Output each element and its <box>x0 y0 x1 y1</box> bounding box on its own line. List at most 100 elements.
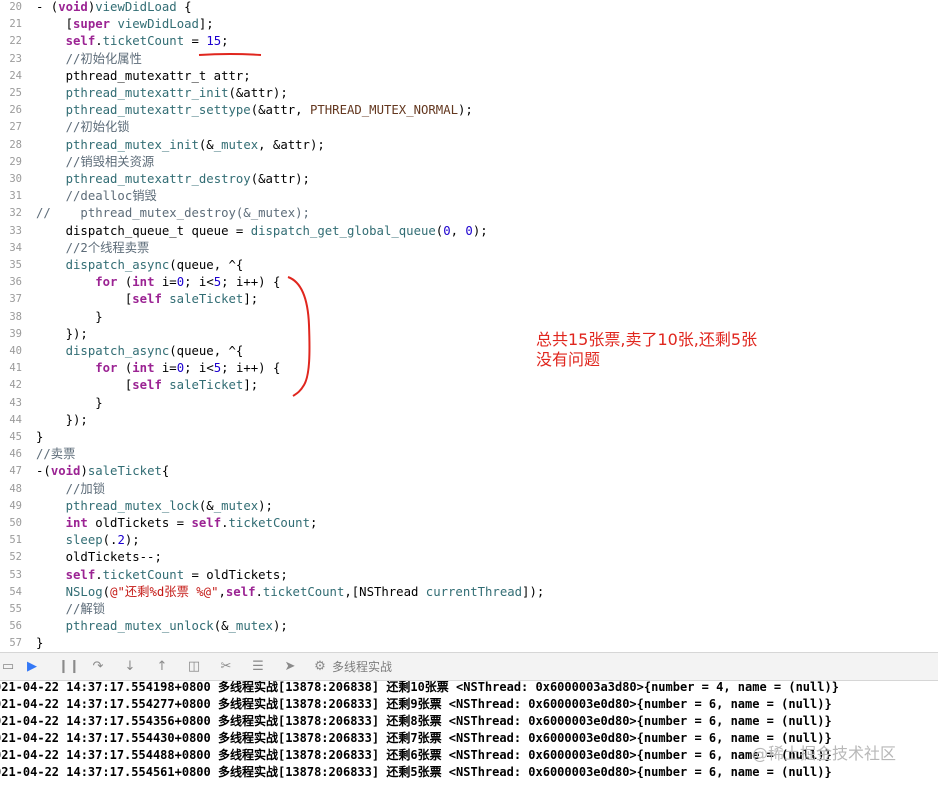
code-text: dispatch_async(queue, ^{ <box>36 257 244 274</box>
code-text: - (void)viewDidLoad { <box>36 0 192 16</box>
log-prefix: 021-04-22 14:37:17.554277+0800 多线程实战[138… <box>0 697 387 711</box>
code-line[interactable]: 28 pthread_mutex_init(&_mutex, &attr); <box>0 137 938 154</box>
code-line[interactable]: 29 //销毁相关资源 <box>0 154 938 171</box>
code-token: ticketCount <box>262 584 345 599</box>
code-line[interactable]: 40 dispatch_async(queue, ^{ <box>0 343 938 360</box>
code-line[interactable]: 31 //dealloc销毁 <box>0 188 938 205</box>
step-out-icon[interactable]: ↑ <box>154 659 170 675</box>
code-line[interactable]: 48 //加锁 <box>0 481 938 498</box>
code-editor[interactable]: 20 - (void)viewDidLoad {21 [super viewDid… <box>0 0 938 652</box>
code-token: (&attr); <box>250 172 310 186</box>
code-token: viewDidLoad <box>95 0 177 14</box>
log-message: 还剩5张票 <box>386 765 442 779</box>
code-text: //初始化锁 <box>36 119 130 136</box>
console-line: 021-04-22 14:37:17.554277+0800 多线程实战[138… <box>0 696 832 713</box>
code-line[interactable]: 43 } <box>0 395 938 412</box>
code-line[interactable]: 30 pthread_mutexattr_destroy(&attr); <box>0 171 938 188</box>
breakpoints-toggle-icon[interactable]: ▭ <box>0 659 16 675</box>
code-token: int <box>65 516 88 530</box>
code-token: . <box>255 584 263 599</box>
log-thread-info: <NSThread: 0x6000003e0d80>{number = 6, n… <box>441 697 832 711</box>
code-line[interactable]: 42 [self saleTicket]; <box>0 377 938 394</box>
code-line[interactable]: 27 //初始化锁 <box>0 119 938 136</box>
code-line[interactable]: 26 pthread_mutexattr_settype(&attr, PTHR… <box>0 102 938 119</box>
code-line[interactable]: 57} <box>0 635 938 652</box>
code-line[interactable]: 36 for (int i=0; i<5; i++) { <box>0 274 938 291</box>
step-over-icon[interactable]: ↷ <box>90 659 106 675</box>
code-token: oldTickets = <box>87 516 192 530</box>
code-line[interactable]: 33 dispatch_queue_t queue = dispatch_get… <box>0 223 938 240</box>
code-line[interactable]: 47 -(void)saleTicket{ <box>0 463 938 480</box>
code-token: self <box>132 292 162 307</box>
code-text: }); <box>36 412 88 429</box>
code-token: 0 <box>176 361 185 376</box>
code-line[interactable]: 32 // pthread_mutex_destroy(&_mutex); <box>0 205 938 222</box>
code-token: , <box>218 584 226 599</box>
memory-graph-icon[interactable]: ✂ <box>218 659 234 675</box>
breakpoint-active-icon[interactable]: ▶ <box>24 659 40 675</box>
code-line[interactable]: 20 - (void)viewDidLoad { <box>0 0 938 16</box>
pause-icon[interactable]: ❙❙ <box>58 659 80 675</box>
line-number: 50 <box>9 517 22 529</box>
code-line[interactable]: 38 } <box>0 309 938 326</box>
code-text: pthread_mutex_lock(&_mutex); <box>36 498 273 515</box>
line-number: 25 <box>9 87 22 99</box>
view-hierarchy-icon[interactable]: ◫ <box>186 659 202 675</box>
code-text: //销毁相关资源 <box>36 154 155 171</box>
code-line[interactable]: 54 NSLog(@"还剩%d张票 %@",self.ticketCount,[… <box>0 584 938 601</box>
code-line[interactable]: 24 pthread_mutexattr_t attr; <box>0 68 938 85</box>
step-into-icon[interactable]: ↓ <box>122 659 138 675</box>
code-text: dispatch_queue_t queue = dispatch_get_gl… <box>36 223 488 240</box>
log-prefix: 021-04-22 14:37:17.554561+0800 多线程实战[138… <box>0 765 387 779</box>
code-token: dispatch_get_global_queue <box>250 223 436 238</box>
console-output[interactable]: 021-04-22 14:37:17.554198+0800 多线程实战[138… <box>0 681 938 791</box>
code-line[interactable]: 21 [super viewDidLoad]; <box>0 16 938 33</box>
line-number: 36 <box>9 276 22 289</box>
line-number: 31 <box>9 190 22 203</box>
code-token: _mutex <box>228 619 273 634</box>
line-number: 20 <box>9 1 22 13</box>
code-line[interactable]: 22 self.ticketCount = 15; <box>0 33 938 50</box>
code-token: } <box>36 309 103 324</box>
code-token: ( <box>102 584 111 599</box>
console-line: 021-04-22 14:37:17.554488+0800 多线程实战[138… <box>0 747 832 764</box>
code-line[interactable]: 56 pthread_mutex_unlock(&_mutex); <box>0 618 938 635</box>
code-line[interactable]: 50 int oldTickets = self.ticketCount; <box>0 515 938 532</box>
code-token: = <box>184 34 207 49</box>
code-line[interactable]: 52 oldTickets--; <box>0 549 938 566</box>
code-line[interactable]: 25 pthread_mutexattr_init(&attr); <box>0 85 938 102</box>
code-text: } <box>36 309 103 326</box>
code-line[interactable]: 51 sleep(.2); <box>0 532 938 549</box>
line-number: 42 <box>9 379 22 392</box>
line-number: 47 <box>9 465 22 478</box>
code-token: . <box>95 567 103 582</box>
code-line[interactable]: 46 //卖票 <box>0 446 938 463</box>
code-line[interactable]: 23 //初始化属性 <box>0 51 938 68</box>
code-line[interactable]: 55 //解锁 <box>0 601 938 618</box>
code-line[interactable]: 39 }); <box>0 326 938 343</box>
environment-icon[interactable]: ☰ <box>250 659 266 675</box>
code-line[interactable]: 44 }); <box>0 412 938 429</box>
code-token: . <box>95 34 103 49</box>
code-line[interactable]: 41 for (int i=0; i<5; i++) { <box>0 360 938 377</box>
code-token: saleTicket <box>169 292 244 307</box>
line-number: 51 <box>9 534 22 547</box>
code-token: pthread_mutexattr_t attr; <box>36 68 251 83</box>
code-line[interactable]: 53 self.ticketCount = oldTickets; <box>0 567 938 584</box>
location-icon[interactable]: ➤ <box>282 659 298 675</box>
line-number: 26 <box>9 104 22 117</box>
code-line[interactable]: 49 pthread_mutex_lock(&_mutex); <box>0 498 938 515</box>
line-number: 28 <box>9 138 22 151</box>
code-token: saleTicket <box>169 378 244 393</box>
code-line[interactable]: 45} <box>0 429 938 446</box>
code-line[interactable]: 35 dispatch_async(queue, ^{ <box>0 257 938 274</box>
code-line[interactable]: 34 //2个线程卖票 <box>0 240 938 257</box>
code-line[interactable]: 37 [self saleTicket]; <box>0 291 938 308</box>
code-token: } <box>36 636 44 651</box>
code-token: }); <box>36 412 88 427</box>
code-token: -( <box>36 464 51 479</box>
code-token: , &attr); <box>258 137 325 152</box>
line-number: 43 <box>9 396 22 409</box>
code-token: self <box>225 584 256 599</box>
